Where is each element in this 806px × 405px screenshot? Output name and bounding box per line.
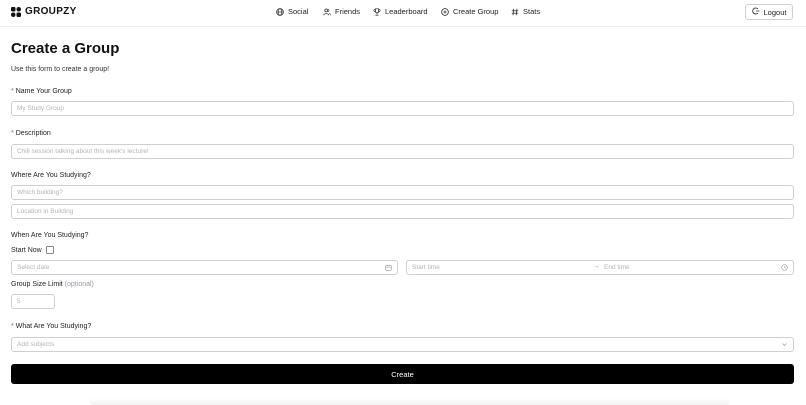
group-size-input[interactable]: 5 (11, 294, 55, 309)
date-placeholder: Select date (17, 264, 50, 271)
required-mark: * (11, 323, 14, 330)
nav-item-create-group[interactable]: Create Group (441, 7, 498, 16)
optional-tag: (optional) (64, 281, 94, 288)
nav-item-friends[interactable]: Friends (323, 7, 360, 16)
nav-label: Stats (523, 7, 541, 16)
trophy-icon (373, 7, 381, 16)
group-name-placeholder: My Study Group (17, 105, 64, 112)
brand-name: GROUPZY (25, 6, 77, 17)
group-size-label-text: Group Size Limit (11, 281, 63, 288)
group-name-input[interactable]: My Study Group (11, 101, 794, 116)
brand-logo[interactable]: GROUPZY (11, 6, 77, 17)
subjects-placeholder: Add subjects (17, 341, 55, 348)
nav-label: Create Group (453, 7, 499, 16)
subjects-select[interactable]: Add subjects (11, 337, 794, 352)
nav-label: Social (288, 7, 309, 16)
required-mark: * (11, 88, 14, 95)
building-placeholder: Which building? (17, 189, 63, 196)
description-placeholder: Chill session talking about this week's … (17, 148, 149, 155)
building-input[interactable]: Which building? (11, 185, 794, 200)
required-mark: * (11, 130, 14, 137)
top-navbar: GROUPZY Social Friends Leaderboard Creat… (0, 0, 806, 27)
when-label: When Are You Studying? (11, 232, 89, 239)
nav-item-stats[interactable]: Stats (511, 7, 540, 16)
clock-icon (781, 264, 788, 273)
description-label-text: Description (15, 130, 51, 137)
description-label: * Description (11, 130, 51, 137)
logout-label: Logout (763, 7, 787, 17)
create-button[interactable]: Create (11, 364, 794, 384)
calendar-icon (385, 264, 392, 273)
plus-circle-icon (441, 7, 449, 16)
group-size-label: Group Size Limit (optional) (11, 281, 94, 288)
nav-item-social[interactable]: Social (276, 7, 308, 16)
group-name-label-text: Name Your Group (15, 88, 72, 95)
start-now-checkbox[interactable] (46, 246, 54, 254)
chevron-down-icon (781, 341, 788, 350)
start-time-placeholder: Start time (412, 264, 440, 271)
arrow-right-icon: → (593, 263, 600, 270)
time-range-picker[interactable]: Start time → End time (406, 260, 794, 275)
description-input[interactable]: Chill session talking about this week's … (11, 144, 794, 159)
location-placeholder: Location in Building (17, 208, 74, 215)
hash-icon (511, 8, 519, 16)
logout-icon (751, 7, 760, 17)
globe-icon (276, 7, 284, 16)
where-label: Where Are You Studying? (11, 172, 91, 179)
start-now-label: Start Now (11, 247, 42, 254)
date-picker[interactable]: Select date (11, 260, 398, 275)
end-time-placeholder: End time (604, 264, 630, 271)
subjects-label-text: What Are You Studying? (15, 323, 92, 330)
group-name-label: * Name Your Group (11, 88, 72, 95)
nav-item-leaderboard[interactable]: Leaderboard (373, 7, 428, 16)
page-subtitle: Use this form to create a group! (11, 66, 110, 73)
footer-shadow (90, 398, 730, 405)
page-title: Create a Group (11, 40, 120, 57)
groupzy-logo-icon (11, 6, 21, 17)
location-input[interactable]: Location in Building (11, 204, 794, 219)
users-icon (323, 8, 331, 16)
logout-button[interactable]: Logout (745, 4, 793, 20)
nav-label: Leaderboard (385, 7, 428, 16)
nav-label: Friends (335, 7, 361, 16)
subjects-label: * What Are You Studying? (11, 323, 91, 330)
group-size-value: 5 (17, 298, 21, 305)
